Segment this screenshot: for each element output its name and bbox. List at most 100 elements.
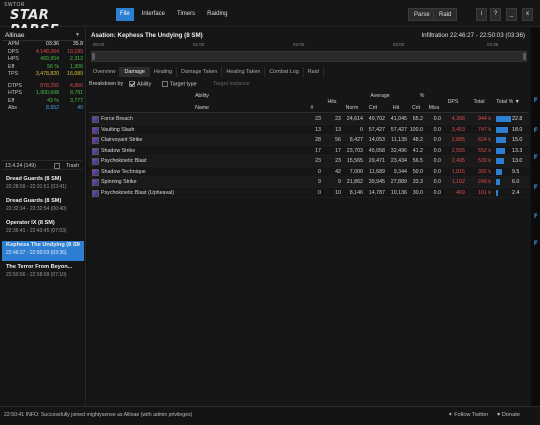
- target-type-option[interactable]: Target type: [162, 81, 197, 87]
- status-bar: 22:50:41 INFO: Successfully joined might…: [0, 406, 540, 425]
- header-total-pct[interactable]: Total % ▼: [495, 99, 521, 105]
- table-row[interactable]: Psychokinetic Blast 23 23 15,565 29,471 23,43…: [89, 156, 529, 167]
- tab-healing-taken[interactable]: Healing Taken: [222, 67, 266, 77]
- tab-healing[interactable]: Healing: [150, 67, 178, 77]
- donate-label: Donate: [501, 412, 520, 418]
- timeline-tick: 00:00: [93, 42, 105, 47]
- cell-hits: 23: [335, 158, 341, 164]
- timeline-slider[interactable]: [91, 51, 527, 62]
- encounter-item[interactable]: Operator IX (8 SM) 22:36:41 - 22:43:45 (…: [2, 219, 84, 239]
- encounter-duration: 22:32:14 - 22:32:54 (00:40): [6, 206, 67, 212]
- tab-raid[interactable]: Raid: [304, 67, 324, 77]
- header-norm[interactable]: Norm: [343, 105, 361, 111]
- stat-total: 56 %: [47, 63, 59, 70]
- trash-checkbox[interactable]: [54, 163, 60, 169]
- menu-interface[interactable]: Interface: [138, 8, 169, 21]
- encounter-item[interactable]: Dread Guards (8 SM) 22:28:09 - 22:31:51 …: [2, 175, 84, 195]
- stat-row: HTPS 1,900,698 8,791: [0, 90, 86, 98]
- raid-button[interactable]: Raid: [433, 8, 458, 21]
- table-row[interactable]: Clairvoyant Strike 28 56 8,427 14,053 11,139 4…: [89, 135, 529, 146]
- header-total[interactable]: Total: [469, 99, 489, 105]
- menu-raiding[interactable]: Raiding: [203, 8, 231, 21]
- cell-hit: 10,136: [390, 189, 407, 196]
- timeline-tick: 02:00: [293, 42, 305, 47]
- cell-n: 0: [318, 189, 321, 196]
- header-count[interactable]: #: [305, 105, 319, 111]
- tab-damage-taken[interactable]: Damage Taken: [177, 67, 223, 77]
- cell-hits: 13: [335, 126, 341, 133]
- cell-dps: 1,162: [451, 179, 465, 185]
- cell-critp: 50.0: [412, 168, 423, 175]
- cell-hit: 11,139: [391, 137, 407, 143]
- timeline-handle-right[interactable]: [523, 53, 526, 60]
- stat-total: 878,255: [40, 82, 59, 89]
- header-crit[interactable]: Crit: [364, 105, 382, 111]
- follow-twitter-link[interactable]: ✦ Follow Twitter: [448, 412, 488, 418]
- timeline-handle-left[interactable]: [92, 53, 95, 60]
- cell-hits: 10: [335, 189, 341, 196]
- breakdown-options: Breakdown by Ability Target type Target …: [87, 79, 531, 89]
- header-dps[interactable]: DPS: [445, 99, 461, 105]
- header-name[interactable]: Name: [89, 105, 315, 111]
- cell-total: 747 k: [478, 126, 491, 133]
- cell-norm: 0: [360, 126, 363, 133]
- table-row[interactable]: Spinning Strike 9 9 21,862 39,945 27,889 33.3 0…: [89, 177, 529, 188]
- sort-desc-icon: ▼: [514, 99, 520, 105]
- tab-combat-log[interactable]: Combat Log: [265, 67, 304, 77]
- header-ability: Ability: [195, 93, 209, 99]
- minimize-button[interactable]: _: [506, 8, 517, 21]
- header-hit[interactable]: Hit: [387, 105, 405, 111]
- ability-checkbox[interactable]: [129, 81, 135, 87]
- menu-file[interactable]: File: [116, 8, 134, 21]
- encounter-title: Dread Guards (8 SM): [6, 176, 62, 182]
- cell-norm: 23,703: [346, 147, 363, 154]
- stat-rate: 40: [77, 105, 83, 111]
- info-button[interactable]: i: [476, 8, 487, 21]
- stat-label: TPS: [8, 71, 19, 77]
- main-panel: Asation: Kephess The Undying (8 SM) Infi…: [87, 28, 531, 406]
- header-miss[interactable]: Miss: [427, 105, 441, 111]
- close-button[interactable]: x: [522, 8, 533, 21]
- stat-row: Eff 43 % 3,777: [0, 98, 86, 106]
- cell-critp: 56.5: [412, 158, 423, 164]
- app-window: SWTOR STAR PARSE File Interface Timers R…: [0, 0, 540, 425]
- tab-overview[interactable]: Overview: [89, 67, 121, 77]
- ability-option[interactable]: Ability: [129, 81, 151, 87]
- player-selector[interactable]: Allinae ▼: [2, 30, 82, 41]
- stats-panel: APM 03:36 35.8 DPS 4,148,064 19,189 HPS 49…: [0, 41, 86, 113]
- table-row[interactable]: Vaulting Slash 13 13 0 57,427 57,427 100.0 0.0 3…: [89, 125, 529, 135]
- help-button[interactable]: ?: [490, 8, 501, 21]
- donate-link[interactable]: ♥ Donate: [497, 412, 520, 418]
- stat-label: APM: [8, 41, 20, 47]
- menu-timers[interactable]: Timers: [173, 8, 199, 21]
- target-type-label: Target type: [170, 81, 197, 88]
- parse-button[interactable]: Parse: [408, 8, 436, 21]
- twitter-icon: ✦: [448, 412, 453, 418]
- header-crit-pct[interactable]: Crit: [409, 105, 423, 111]
- cell-dps: 3,453: [451, 126, 465, 133]
- encounter-item[interactable]: Dread Guards (8 SM) 22:32:14 - 22:32:54 …: [2, 197, 84, 217]
- cell-total: 624 k: [478, 137, 491, 143]
- stat-rate: 16,089: [67, 71, 83, 77]
- app-logo: SWTOR STAR PARSE: [4, 2, 84, 38]
- target-type-checkbox[interactable]: [162, 81, 168, 87]
- cell-hit: 41,045: [390, 116, 407, 122]
- table-row[interactable]: Psychokinetic Blast (Upheaval) 0 10 8,146 14…: [89, 188, 529, 198]
- timeline-labels: 00:00 01:00 02:00 03:00 03:36: [91, 42, 527, 50]
- tab-damage[interactable]: Damage: [120, 67, 150, 77]
- encounter-item[interactable]: Kephess The Undying (8 SM) 22:46:27 - 22…: [2, 241, 84, 261]
- cell-total-pct: 18.0: [512, 126, 523, 133]
- header-hits[interactable]: Hits: [325, 99, 339, 105]
- cell-norm: 21,862: [346, 179, 363, 185]
- status-message: 22:50:41 INFO: Successfully joined might…: [4, 412, 193, 418]
- cell-hits: 23: [335, 116, 341, 122]
- stat-row: Abs 8,552 40: [0, 105, 86, 113]
- total-pct-bar: [496, 126, 508, 133]
- table-row[interactable]: Force Breach 23 23 24,614 49,702 41,045 65.2 0.…: [89, 114, 529, 125]
- cell-norm: 15,565: [346, 158, 363, 164]
- table-row[interactable]: Shadow Strike 17 17 23,703 45,058 32,496 41.2 0…: [89, 146, 529, 156]
- cell-n: 23: [315, 116, 321, 122]
- encounter-item[interactable]: The Terror From Beyon... 22:50:56 - 22:5…: [2, 263, 84, 283]
- side-label: F: [534, 214, 538, 220]
- table-row[interactable]: Shadow Technique 0 42 7,000 11,689 9,344 50.0 0…: [89, 167, 529, 177]
